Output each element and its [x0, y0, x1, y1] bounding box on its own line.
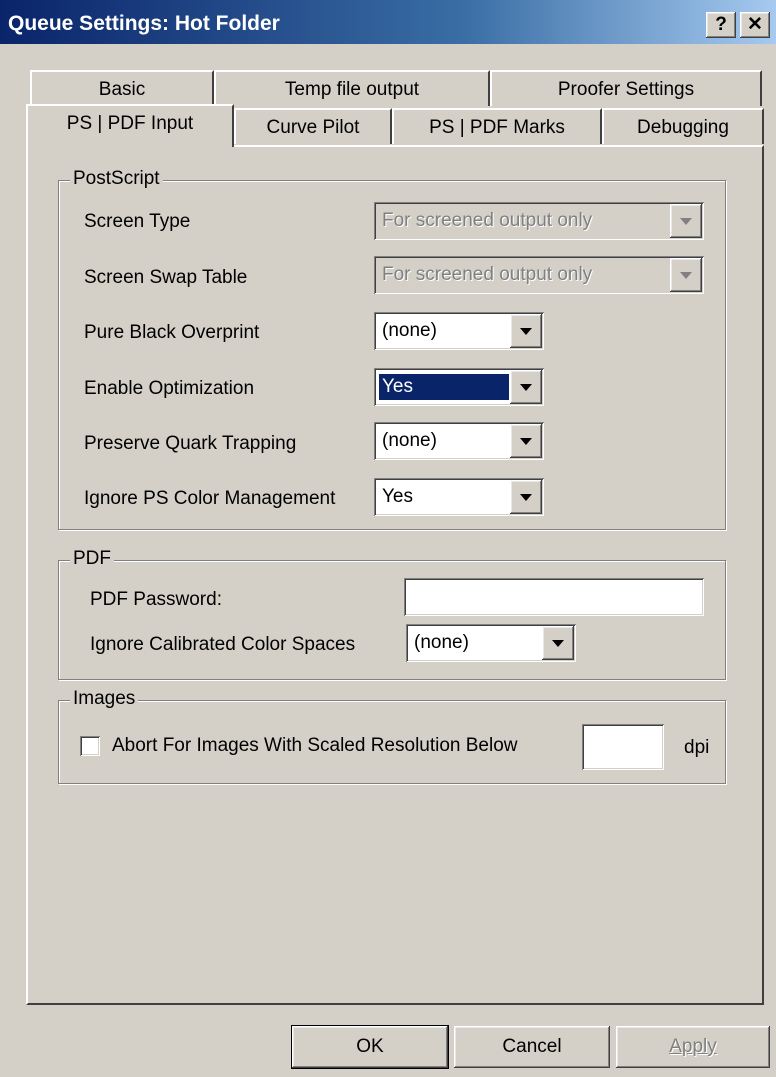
- chevron-down-icon: [680, 218, 692, 225]
- close-button[interactable]: ✕: [740, 12, 770, 38]
- cancel-label: Cancel: [502, 1036, 562, 1057]
- help-button[interactable]: ?: [706, 12, 736, 38]
- chevron-down-icon: [520, 438, 532, 445]
- pure-black-overprint-value: (none): [382, 320, 437, 341]
- pdf-legend: PDF: [70, 548, 114, 570]
- close-icon: ✕: [747, 14, 763, 35]
- screen-swap-table-dropdown-button: [670, 258, 702, 292]
- pure-black-overprint-dropdown-button[interactable]: [510, 314, 542, 348]
- chevron-down-icon: [520, 384, 532, 391]
- chevron-down-icon: [520, 328, 532, 335]
- tab-debugging[interactable]: Debugging: [602, 108, 764, 144]
- dpi-unit-label: dpi: [684, 737, 710, 758]
- tab-label: PS | PDF Input: [66, 113, 194, 134]
- pdf-password-field[interactable]: [404, 578, 704, 616]
- preserve-quark-trapping-select[interactable]: (none): [374, 422, 544, 460]
- help-icon: ?: [715, 14, 727, 35]
- ignore-ps-color-management-select[interactable]: Yes: [374, 478, 544, 516]
- chevron-down-icon: [552, 640, 564, 647]
- chevron-down-icon: [520, 494, 532, 501]
- images-legend: Images: [70, 688, 139, 710]
- screen-type-value: For screened output only: [382, 210, 593, 231]
- ignore-calibrated-label: Ignore Calibrated Color Spaces: [90, 634, 356, 655]
- screen-type-label: Screen Type: [84, 211, 191, 232]
- pure-black-overprint-label: Pure Black Overprint: [84, 322, 260, 343]
- preserve-quark-trapping-value: (none): [382, 430, 437, 451]
- screen-swap-table-select: For screened output only: [374, 256, 704, 294]
- enable-optimization-value: Yes: [379, 374, 509, 400]
- ignore-ps-color-management-label: Ignore PS Color Management: [84, 488, 336, 509]
- apply-label: Apply: [669, 1036, 717, 1057]
- enable-optimization-select[interactable]: Yes: [374, 368, 544, 406]
- tab-label: Temp file output: [284, 79, 420, 100]
- dpi-field[interactable]: [582, 724, 664, 770]
- window-title: Queue Settings: Hot Folder: [8, 12, 280, 35]
- cancel-button[interactable]: Cancel: [454, 1026, 610, 1068]
- abort-images-label[interactable]: Abort For Images With Scaled Resolution …: [112, 735, 518, 757]
- enable-optimization-label: Enable Optimization: [84, 378, 255, 399]
- title-bar[interactable]: Queue Settings: Hot Folder ? ✕: [0, 0, 776, 44]
- tab-ps-pdf-input[interactable]: PS | PDF Input: [26, 104, 234, 147]
- ok-label: OK: [356, 1036, 384, 1057]
- screen-type-dropdown-button: [670, 204, 702, 238]
- ignore-calibrated-dropdown-button[interactable]: [542, 626, 574, 660]
- tab-label: Debugging: [637, 117, 729, 138]
- pure-black-overprint-select[interactable]: (none): [374, 312, 544, 350]
- preserve-quark-trapping-dropdown-button[interactable]: [510, 424, 542, 458]
- screen-swap-table-value: For screened output only: [382, 264, 593, 285]
- tab-temp-file-output[interactable]: Temp file output: [214, 70, 490, 106]
- screen-swap-table-label: Screen Swap Table: [84, 267, 248, 288]
- tab-label: PS | PDF Marks: [429, 117, 565, 138]
- postscript-legend: PostScript: [70, 168, 163, 190]
- apply-button: Apply: [616, 1026, 770, 1068]
- tab-label: Curve Pilot: [266, 117, 360, 138]
- ignore-ps-color-management-value: Yes: [382, 486, 413, 507]
- ignore-ps-color-management-dropdown-button[interactable]: [510, 480, 542, 514]
- ok-button[interactable]: OK: [291, 1025, 449, 1069]
- chevron-down-icon: [680, 272, 692, 279]
- tab-basic[interactable]: Basic: [30, 70, 214, 106]
- tab-proofer-settings[interactable]: Proofer Settings: [490, 70, 762, 106]
- abort-images-checkbox[interactable]: [80, 736, 100, 756]
- screen-type-select: For screened output only: [374, 202, 704, 240]
- tab-curve-pilot[interactable]: Curve Pilot: [234, 108, 392, 144]
- tab-label: Proofer Settings: [557, 79, 695, 100]
- ignore-calibrated-select[interactable]: (none): [406, 624, 576, 662]
- preserve-quark-trapping-label: Preserve Quark Trapping: [84, 433, 297, 454]
- tab-label: Basic: [98, 79, 146, 100]
- enable-optimization-dropdown-button[interactable]: [510, 370, 542, 404]
- tab-ps-pdf-marks[interactable]: PS | PDF Marks: [392, 108, 602, 144]
- ignore-calibrated-value: (none): [414, 632, 469, 653]
- pdf-password-label: PDF Password:: [90, 589, 222, 610]
